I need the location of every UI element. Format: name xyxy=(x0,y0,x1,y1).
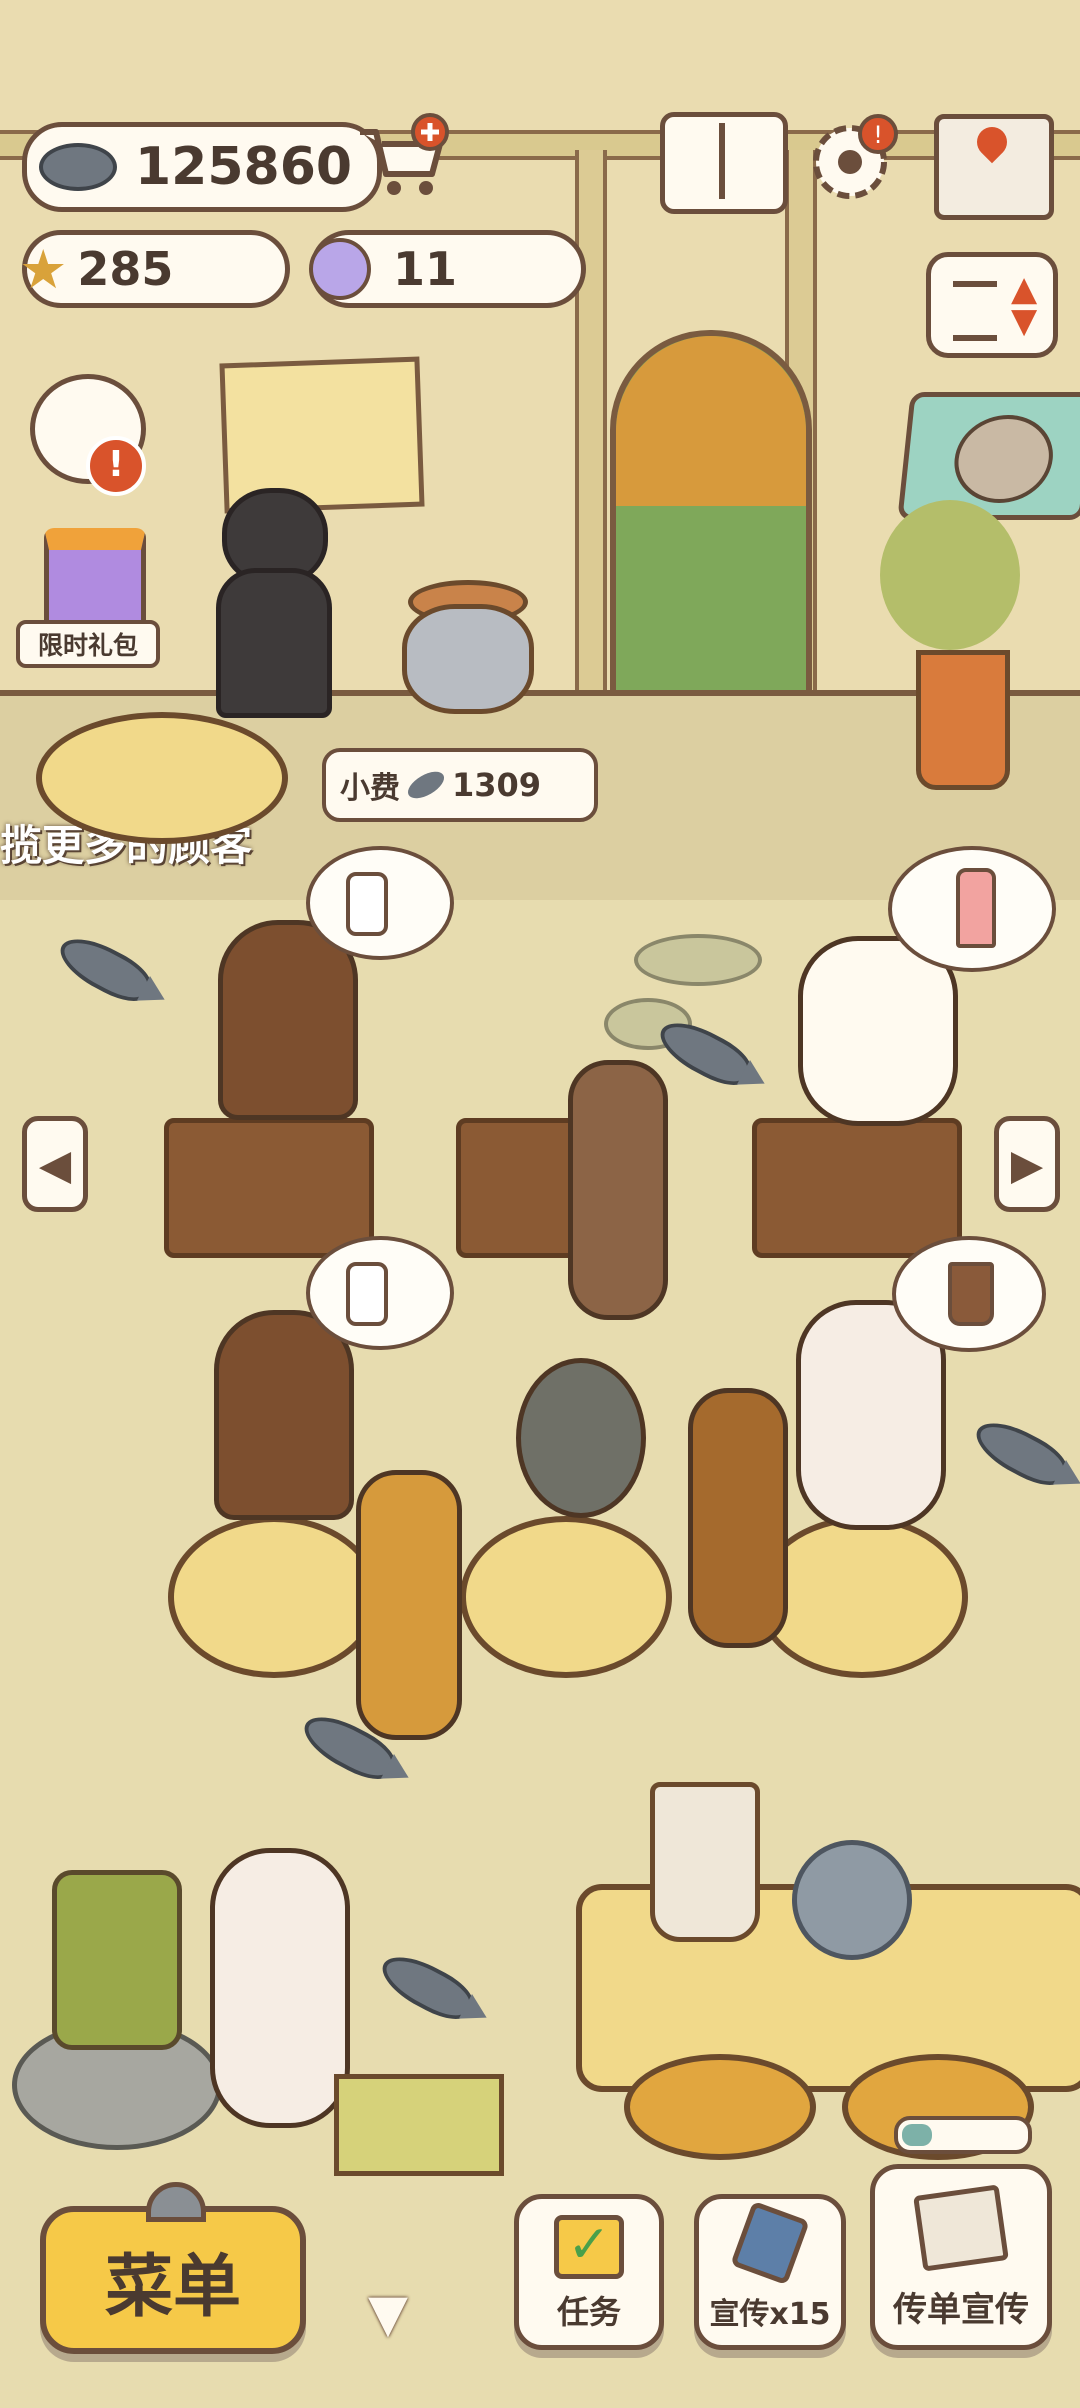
menu-button[interactable]: 菜单 xyxy=(40,2182,306,2354)
promote-label: 宣传x15 xyxy=(709,2297,831,2332)
entry-stump xyxy=(36,712,288,844)
tasks-button[interactable]: ✓ 任务 xyxy=(514,2194,664,2350)
paw-token-icon xyxy=(309,238,371,300)
butler-cat xyxy=(208,488,332,718)
kettle xyxy=(792,1840,912,1960)
star-currency: ★ 285 xyxy=(19,230,290,308)
tip-label: 小费 xyxy=(340,771,400,806)
order-bubble-coffee xyxy=(892,1236,1046,1352)
flyer-icon xyxy=(913,2184,1009,2272)
order-bubble-sake xyxy=(306,1236,454,1350)
limited-gift-pack[interactable]: 限时礼包 xyxy=(16,520,164,670)
sake-icon xyxy=(346,872,388,936)
deer-customer[interactable] xyxy=(688,1388,788,1648)
garden-doorway xyxy=(610,330,812,722)
promote-button[interactable]: 宣传x15 xyxy=(694,2194,846,2350)
gift-label: 限时礼包 xyxy=(37,631,138,660)
layout-toggle-button[interactable]: ▲ ▼ xyxy=(926,252,1058,358)
fish-count: 125860 xyxy=(135,137,353,197)
wooden-table[interactable] xyxy=(752,1118,962,1258)
mouse-customer[interactable] xyxy=(516,1358,646,1518)
promo-card-icon xyxy=(730,2200,810,2286)
sake-icon xyxy=(346,1262,388,1326)
chevron-down-icon: ▼ xyxy=(368,2284,408,2344)
chevron-right-icon: ▶ xyxy=(1010,1139,1044,1189)
gear-icon: ! xyxy=(813,114,898,199)
coffee-cup-icon xyxy=(948,1262,994,1326)
alert-badge-icon: ! xyxy=(86,436,146,496)
fish-icon xyxy=(39,143,117,191)
book-icon xyxy=(719,123,725,199)
tip-bubble[interactable]: 小费 1309 xyxy=(322,748,598,822)
bear-customer[interactable] xyxy=(218,920,358,1120)
pour-over-coffee xyxy=(650,1782,760,1942)
map-pin-icon xyxy=(970,120,1014,164)
settings-button[interactable]: ! xyxy=(808,112,900,204)
grinder-station[interactable] xyxy=(12,1870,222,2150)
order-bubble-parfait xyxy=(888,846,1056,972)
star-count: 285 xyxy=(77,242,174,296)
svg-text:!: ! xyxy=(873,121,883,149)
cushion-seat xyxy=(624,2054,816,2160)
tasks-label: 任务 xyxy=(556,2293,621,2331)
dog-customer[interactable] xyxy=(356,1470,462,1740)
up-down-arrow-icon: ▲ ▼ xyxy=(1011,269,1038,341)
order-bubble-sake xyxy=(306,846,454,960)
wooden-table[interactable] xyxy=(164,1118,374,1258)
menu-label: 菜单 xyxy=(104,2247,241,2327)
collapse-button[interactable]: ▼ xyxy=(368,2284,448,2344)
paw-token-count: 11 xyxy=(393,242,458,296)
cart-icon xyxy=(360,113,449,195)
shop-cart-button[interactable] xyxy=(352,112,452,202)
fish-icon xyxy=(403,766,449,804)
tip-amount: 1309 xyxy=(452,766,542,804)
notification-cat[interactable]: ! xyxy=(30,360,146,496)
sort-icon xyxy=(953,281,997,341)
striped-mat xyxy=(334,2074,504,2176)
wall-post xyxy=(575,150,607,710)
chihuahua-barista[interactable] xyxy=(210,1848,350,2128)
star-icon: ★ xyxy=(19,237,68,301)
map-button[interactable] xyxy=(934,114,1054,220)
fish-currency: 125860 xyxy=(22,122,382,212)
bear-customer[interactable] xyxy=(214,1310,354,1520)
checklist-icon: ✓ xyxy=(554,2215,624,2279)
recipe-book-button[interactable] xyxy=(660,112,788,214)
path-stone xyxy=(634,934,762,986)
chevron-left-icon: ◀ xyxy=(38,1139,72,1189)
scroll-right-button[interactable]: ▶ xyxy=(994,1116,1060,1212)
gift-label-box: 限时礼包 xyxy=(16,620,160,668)
progress-bar xyxy=(894,2116,1032,2154)
flyer-label: 传单宣传 xyxy=(893,2290,1029,2330)
stump-table[interactable] xyxy=(168,1516,380,1678)
paw-currency: 11 xyxy=(309,230,586,308)
leopard-cat-icon xyxy=(950,415,1058,503)
stump-table[interactable] xyxy=(460,1516,672,1678)
tip-jar[interactable] xyxy=(374,580,554,730)
scroll-left-button[interactable]: ◀ xyxy=(22,1116,88,1212)
rabbit-customer[interactable] xyxy=(568,1060,668,1320)
potted-plant xyxy=(870,500,1020,790)
flyer-button[interactable]: 传单宣传 xyxy=(870,2164,1052,2350)
parfait-icon xyxy=(956,868,996,948)
